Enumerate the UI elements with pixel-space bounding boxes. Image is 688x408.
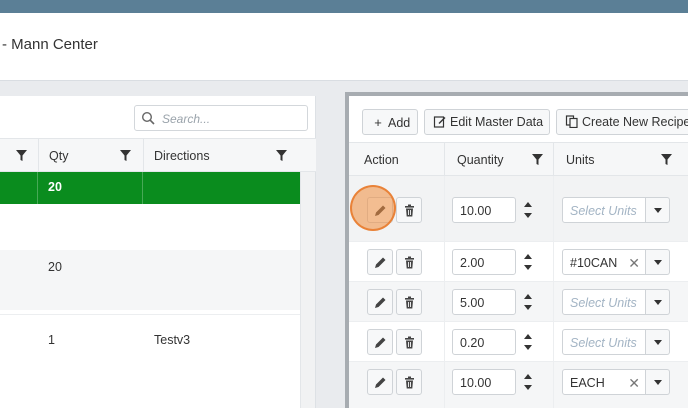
spinner-arrows-icon[interactable] <box>518 249 538 275</box>
edit-button[interactable] <box>367 329 393 355</box>
units-select[interactable]: Select Units <box>562 329 646 355</box>
add-button[interactable]: + Add <box>362 109 418 135</box>
quantity-input[interactable]: 0.20 <box>452 329 516 355</box>
filter-icon[interactable] <box>661 154 672 165</box>
spinner-arrows-icon[interactable] <box>518 197 538 223</box>
quantity-input[interactable]: 2.00 <box>452 249 516 275</box>
trash-icon <box>405 296 414 309</box>
qty-cell: 1 <box>48 333 55 347</box>
pencil-icon <box>375 377 386 388</box>
trash-icon <box>405 204 414 217</box>
edit-button[interactable] <box>367 369 393 395</box>
qty-cell: 20 <box>48 180 62 194</box>
delete-button[interactable] <box>396 329 422 355</box>
caret-down-icon <box>654 260 662 265</box>
edit-document-icon <box>433 116 446 128</box>
delete-button[interactable] <box>396 369 422 395</box>
table-row[interactable]: 10.00 Select Units <box>349 176 688 242</box>
trash-icon <box>405 376 414 389</box>
table-row[interactable]: 2.00 #10CAN ✕ <box>349 242 688 282</box>
caret-down-icon <box>654 208 662 213</box>
vertical-scrollbar[interactable] <box>300 172 315 408</box>
table-row[interactable]: 20 <box>0 172 300 204</box>
units-dropdown-button[interactable] <box>646 289 670 315</box>
caret-down-icon <box>654 300 662 305</box>
spinner-arrows-icon[interactable] <box>518 289 538 315</box>
quantity-input[interactable]: 10.00 <box>452 369 516 395</box>
units-select[interactable]: Select Units <box>562 289 646 315</box>
trash-icon <box>405 256 414 269</box>
units-dropdown-button[interactable] <box>646 329 670 355</box>
units-select[interactable]: #10CAN ✕ <box>562 249 646 275</box>
table-row[interactable]: 10.00 EACH ✕ <box>349 362 688 408</box>
spinner-arrows-icon[interactable] <box>518 369 538 395</box>
search-input[interactable]: Search... <box>134 105 308 131</box>
units-dropdown-button[interactable] <box>646 369 670 395</box>
qty-cell: 20 <box>48 260 62 274</box>
ingredients-panel: Search... Qty Directions 20 20 1 Testv3 <box>0 96 316 408</box>
quantity-input[interactable]: 10.00 <box>452 197 516 223</box>
recipe-panel: + Add Edit Master Data Create New Recipe … <box>345 92 688 408</box>
table-row[interactable]: 5.00 Select Units <box>349 282 688 322</box>
units-dropdown-button[interactable] <box>646 197 670 223</box>
search-icon <box>141 111 155 125</box>
plus-icon: + <box>374 115 382 130</box>
table-row[interactable] <box>0 204 300 250</box>
top-bar <box>0 0 688 13</box>
create-new-recipe-button[interactable]: Create New Recipe <box>556 109 688 135</box>
units-select[interactable]: EACH ✕ <box>562 369 646 395</box>
page-title: - Mann Center <box>2 36 98 53</box>
pencil-icon <box>375 297 386 308</box>
directions-cell: Testv3 <box>154 333 191 347</box>
spinner-arrows-icon[interactable] <box>518 329 538 355</box>
delete-button[interactable] <box>396 249 422 275</box>
left-table-header: Qty Directions <box>0 138 316 172</box>
filter-icon[interactable] <box>276 150 287 161</box>
column-header-action: Action <box>364 153 399 167</box>
table-row[interactable]: 1 Testv3 <box>0 314 300 408</box>
pencil-icon <box>375 337 386 348</box>
edit-button[interactable] <box>367 289 393 315</box>
filter-icon[interactable] <box>16 150 27 161</box>
page-header: - Mann Center <box>0 13 688 81</box>
pencil-icon <box>375 257 386 268</box>
close-icon[interactable]: ✕ <box>628 375 640 392</box>
units-select[interactable]: Select Units <box>562 197 646 223</box>
caret-down-icon <box>654 380 662 385</box>
recipe-table-header: Action Quantity Units <box>349 142 688 176</box>
trash-icon <box>405 336 414 349</box>
quantity-input[interactable]: 5.00 <box>452 289 516 315</box>
table-row[interactable]: 20 <box>0 250 300 310</box>
filter-icon[interactable] <box>120 150 131 161</box>
caret-down-icon <box>654 340 662 345</box>
edit-master-data-button[interactable]: Edit Master Data <box>424 109 550 135</box>
close-icon[interactable]: ✕ <box>628 255 640 272</box>
edit-button[interactable] <box>367 197 393 223</box>
filter-icon[interactable] <box>532 154 543 165</box>
table-row[interactable]: 0.20 Select Units <box>349 322 688 362</box>
pencil-icon <box>375 205 386 216</box>
edit-button[interactable] <box>367 249 393 275</box>
delete-button[interactable] <box>396 197 422 223</box>
copy-icon <box>565 115 578 128</box>
search-placeholder: Search... <box>162 112 211 126</box>
delete-button[interactable] <box>396 289 422 315</box>
units-dropdown-button[interactable] <box>646 249 670 275</box>
